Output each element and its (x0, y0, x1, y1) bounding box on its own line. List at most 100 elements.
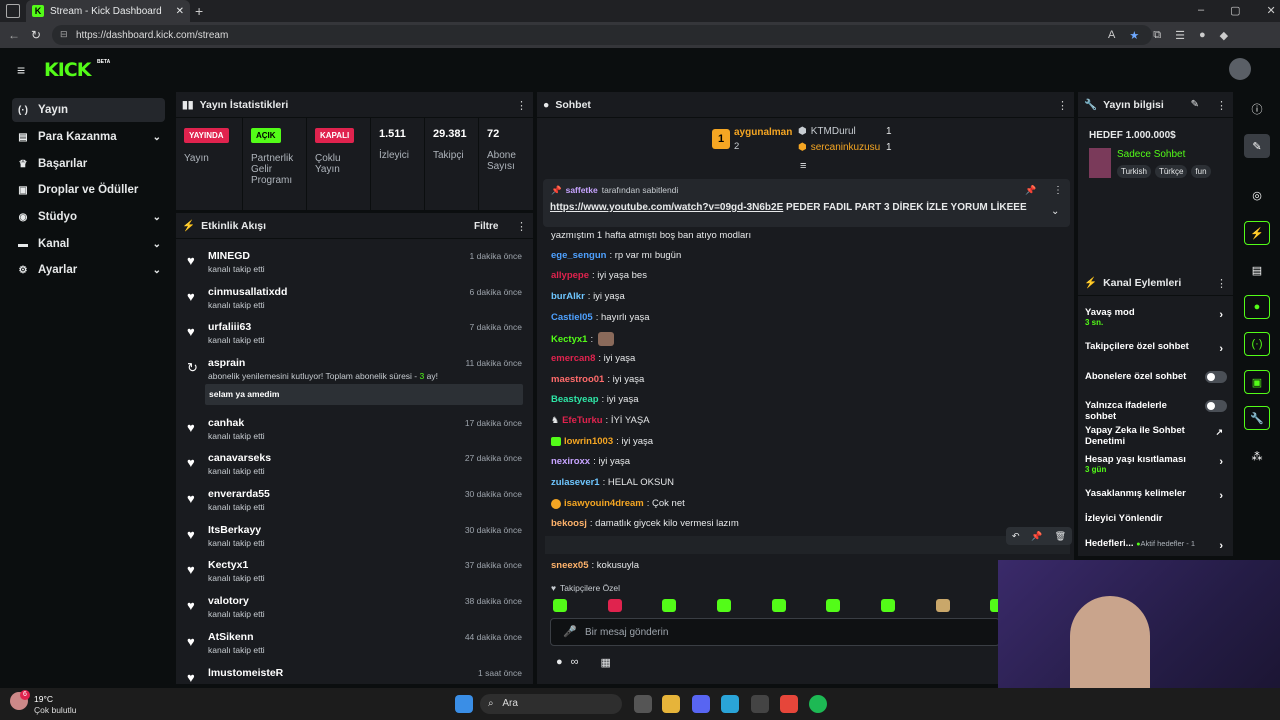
sidebar-item-yayin[interactable]: (·) Yayın (12, 98, 165, 122)
activity-username[interactable]: ItsBerkayy (208, 524, 261, 536)
file-explorer-icon[interactable] (662, 695, 680, 713)
avatar[interactable] (1229, 58, 1251, 80)
channel-action-item[interactable]: Yavaş mod 3 sn. › (1085, 307, 1227, 331)
channel-actions-menu-icon[interactable]: ⋮ (1216, 277, 1227, 290)
activity-username[interactable]: asprain (208, 357, 245, 369)
activity-username[interactable]: canhak (208, 417, 244, 429)
ai-icon[interactable]: ● (556, 656, 563, 669)
broadcast-rail-icon[interactable]: (·) (1244, 332, 1270, 356)
chat-input[interactable]: 🎤 Bir mesaj gönderin (550, 618, 1000, 646)
sidebar-item-para-kazanma[interactable]: ▤ Para Kazanma ⌄ (12, 125, 165, 149)
pencil-icon[interactable]: ✎ (1244, 134, 1270, 158)
activity-username[interactable]: enverarda55 (208, 488, 270, 500)
chat-username[interactable]: nexiroxx (551, 456, 590, 467)
pinned-link[interactable]: https://www.youtube.com/watch?v=09gd-3N6… (550, 202, 783, 213)
channel-action-item[interactable]: Hesap yaşı kısıtlaması 3 gün › (1085, 454, 1227, 478)
activity-username[interactable]: cinmusallatixdd (208, 286, 287, 298)
chat-message[interactable]: Kectyx1: (551, 332, 615, 346)
edge-icon[interactable] (721, 695, 739, 713)
reload-icon[interactable]: ↻ (31, 28, 41, 42)
chat-username[interactable]: lowrin1003 (564, 436, 613, 447)
channel-action-item[interactable]: Takipçilere özel sohbet › (1085, 341, 1227, 365)
windows-start-icon[interactable] (455, 695, 473, 713)
chat-username[interactable]: sneex05 (551, 560, 589, 571)
emote-button[interactable] (881, 599, 895, 612)
chat-message[interactable]: nexiroxx: iyi yaşa (551, 456, 630, 467)
leader-name[interactable]: aygunalman (734, 127, 792, 138)
chat-message[interactable]: Castiel05: hayırlı yaşa (551, 312, 650, 323)
copilot-icon[interactable]: ◆ (1220, 29, 1228, 42)
lightning-rail-icon[interactable]: ⚡ (1244, 221, 1270, 245)
leader-three[interactable]: ⬢ sercaninkuzusu (798, 142, 880, 153)
infinity-icon[interactable]: ∞ (571, 656, 579, 669)
channel-action-item[interactable]: Abonelere özel sohbet (1085, 371, 1227, 395)
chat-message[interactable]: yazmıştım 1 hafta atmıştı boş ban atıyo … (551, 230, 751, 241)
emote-button[interactable] (553, 599, 567, 612)
chat-username[interactable]: emercan8 (551, 353, 595, 364)
sidebar-item-studyo[interactable]: ◉ Stüdyo ⌄ (12, 205, 165, 229)
chat-username[interactable]: Beastyeap (551, 394, 599, 405)
activity-username[interactable]: urfaliii63 (208, 321, 251, 333)
chat-rail-icon[interactable]: ● (1244, 295, 1270, 319)
discord-icon[interactable] (692, 695, 710, 713)
info-icon[interactable]: ⓘ (1244, 97, 1270, 121)
sidebar-item-basarilar[interactable]: ♛ Başarılar (12, 152, 165, 176)
activity-username[interactable]: Kectyx1 (208, 559, 248, 571)
stats-menu-icon[interactable]: ⋮ (516, 99, 527, 112)
chat-message[interactable]: ege_sengun: rp var mı bugün (551, 250, 681, 261)
camera-icon[interactable]: ◎ (1244, 183, 1270, 207)
chat-message[interactable]: bekoosj: damatlık giycek kilo vermesi la… (551, 518, 739, 529)
url-field[interactable]: ⊟ https://dashboard.kick.com/stream (52, 25, 1152, 45)
chat-message[interactable]: ♞ EfeTurku: İYİ YAŞA (551, 415, 650, 426)
stream-info-menu-icon[interactable]: ⋮ (1216, 99, 1227, 112)
chat-message[interactable]: zulasever1: HELAL OKSUN (551, 477, 674, 488)
leader-two[interactable]: ⬢ KTMDurul (798, 126, 856, 137)
channel-action-item[interactable]: İzleyici Yönlendir (1085, 513, 1227, 537)
chat-username[interactable]: allypepe (551, 270, 589, 281)
kick-logo[interactable]: KICK (44, 59, 91, 81)
edit-icon[interactable]: ✎ (1191, 99, 1199, 110)
activity-username[interactable]: AtSikenn (208, 631, 254, 643)
expand-pinned-icon[interactable]: ⌄ (1051, 206, 1059, 217)
activity-username[interactable]: MINEGD (208, 250, 250, 262)
maximize-icon[interactable]: ▢ (1230, 4, 1240, 17)
chat-message[interactable]: isawyouin4dream: Çok net (551, 498, 685, 509)
task-view-icon[interactable] (634, 695, 652, 713)
chat-username[interactable]: ege_sengun (551, 250, 606, 261)
category-thumbnail[interactable] (1089, 148, 1111, 178)
chat-username[interactable]: Kectyx1 (551, 334, 587, 345)
chat-message[interactable]: allypepe: iyi yaşa bes (551, 270, 647, 281)
close-tab-icon[interactable]: ✕ (176, 6, 184, 17)
toggle-switch[interactable] (1205, 400, 1227, 412)
sidebar-item-kanal[interactable]: ▬ Kanal ⌄ (12, 232, 165, 256)
store-icon[interactable]: ▦ (601, 656, 611, 669)
app-icon[interactable] (751, 695, 769, 713)
close-window-icon[interactable]: ✕ (1267, 4, 1276, 17)
emote-button[interactable] (936, 599, 950, 612)
pinned-menu-icon[interactable]: ⋮ (1053, 185, 1063, 196)
filter-button[interactable]: Filtre (474, 221, 498, 232)
profile-icon[interactable]: ● (1199, 29, 1206, 42)
chat-menu-icon[interactable]: ⋮ (1057, 99, 1068, 112)
channel-action-item[interactable]: Yalnızca ifadelerle sohbet (1085, 400, 1227, 424)
collections-icon[interactable]: ☰ (1175, 29, 1185, 42)
emote-button[interactable] (717, 599, 731, 612)
site-info-icon[interactable]: ⊟ (60, 29, 68, 40)
chat-message[interactable]: Beastyeap: iyi yaşa (551, 394, 639, 405)
emote-button[interactable] (608, 599, 622, 612)
toggle-switch[interactable] (1205, 371, 1227, 383)
sidebar-item-droplar[interactable]: ▣ Droplar ve Ödüller (12, 178, 165, 202)
document-icon[interactable]: ▤ (1244, 258, 1270, 282)
chat-message[interactable]: emercan8: iyi yaşa (551, 353, 635, 364)
taskbar-search[interactable]: ⌕ Ara (480, 694, 622, 714)
chat-username[interactable]: isawyouin4dream (564, 498, 644, 509)
microphone-icon[interactable]: 🎤 (563, 625, 577, 638)
channel-action-item[interactable]: Yasaklanmış kelimeler › (1085, 488, 1227, 512)
new-tab-icon[interactable]: + (195, 3, 203, 19)
ai-rail-icon[interactable]: ⁂ (1244, 444, 1270, 468)
chat-username[interactable]: maestroo01 (551, 374, 604, 385)
channel-action-item[interactable]: Yapay Zeka ile Sohbet Denetimi ↗ (1085, 425, 1227, 449)
pin-message-icon[interactable]: 📌 (1031, 531, 1042, 542)
extensions-icon[interactable]: ⧉ (1153, 29, 1161, 42)
chat-message[interactable]: burAlkr: iyi yaşa (551, 291, 625, 302)
